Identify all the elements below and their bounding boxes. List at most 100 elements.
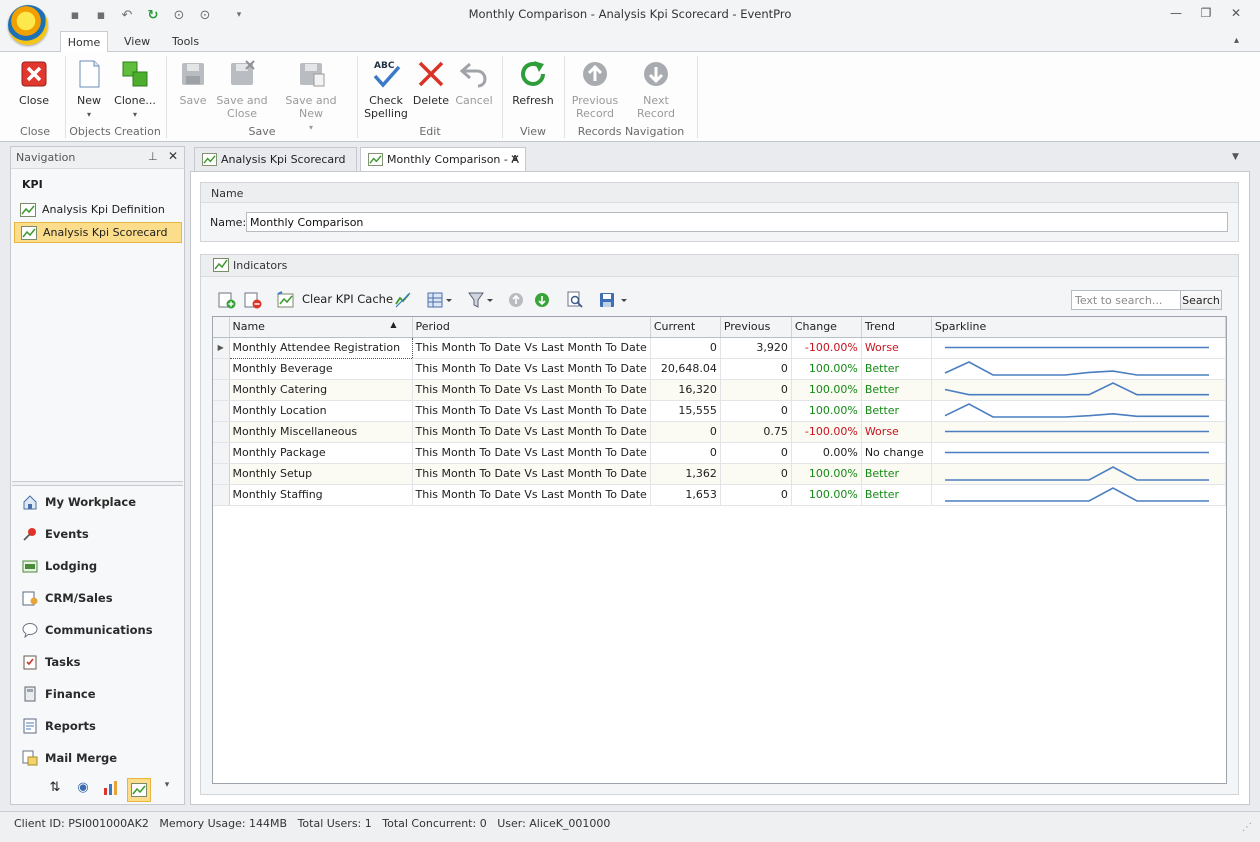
cell-previous[interactable]: 0.75 <box>720 421 792 443</box>
cell-previous[interactable]: 0 <box>720 400 792 422</box>
cell-previous[interactable]: 0 <box>720 442 792 464</box>
recalculate-kpi-icon[interactable] <box>394 291 412 309</box>
cell-period[interactable]: This Month To Date Vs Last Month To Date <box>412 358 651 380</box>
close-window-icon[interactable]: ✕ <box>1225 6 1247 24</box>
sort-arrows-icon[interactable]: ⇅ <box>45 780 65 800</box>
search-button[interactable]: Search <box>1180 290 1222 310</box>
column-header-name[interactable]: Name ▲ <box>229 317 413 338</box>
cell-change[interactable]: 100.00% <box>791 463 862 485</box>
tab-list-dropdown-icon[interactable]: ▼ <box>1232 152 1239 162</box>
table-row[interactable]: Monthly Staffing This Month To Date Vs L… <box>213 484 1226 506</box>
search-input[interactable] <box>1071 290 1181 310</box>
previous-record-icon[interactable]: ⊙ <box>170 6 188 24</box>
pin-icon[interactable]: ⊥ <box>148 150 158 163</box>
cell-trend[interactable]: Worse <box>861 421 932 443</box>
module-communications[interactable]: Communications <box>18 619 153 641</box>
cell-sparkline[interactable] <box>931 463 1226 485</box>
cell-current[interactable]: 0 <box>650 337 721 359</box>
arrow-down-circle-icon[interactable] <box>533 291 551 309</box>
module-crm-sales[interactable]: CRM/Sales <box>18 587 113 609</box>
arrow-up-circle-icon[interactable] <box>507 291 525 309</box>
cell-period[interactable]: This Month To Date Vs Last Month To Date <box>412 484 651 506</box>
close-icon[interactable]: ✕ <box>168 149 178 163</box>
cell-change[interactable]: 100.00% <box>791 358 862 380</box>
clone-button[interactable]: Clone... ▾ <box>112 58 158 121</box>
app-logo-button[interactable] <box>8 5 48 45</box>
cell-sparkline[interactable] <box>931 358 1226 380</box>
globe-icon[interactable]: ◉ <box>73 780 93 800</box>
cell-name[interactable]: Monthly Package <box>229 442 413 464</box>
nav-item-analysis-kpi-definition[interactable]: Analysis Kpi Definition <box>14 200 182 221</box>
cell-period[interactable]: This Month To Date Vs Last Month To Date <box>412 379 651 401</box>
cell-current[interactable]: 16,320 <box>650 379 721 401</box>
kpi-module-icon[interactable] <box>127 778 151 802</box>
cell-name[interactable]: Monthly Catering <box>229 379 413 401</box>
module-lodging[interactable]: Lodging <box>18 555 97 577</box>
table-row[interactable]: ▶ Monthly Attendee Registration This Mon… <box>213 336 1226 359</box>
resize-grip-icon[interactable]: ⋰ <box>1242 822 1252 833</box>
cell-current[interactable]: 20,648.04 <box>650 358 721 380</box>
refresh-button[interactable]: Refresh <box>508 58 558 107</box>
cell-trend[interactable]: Better <box>861 463 932 485</box>
cell-sparkline[interactable] <box>931 379 1226 401</box>
previous-record-button[interactable]: Previous Record <box>570 58 620 120</box>
cell-previous[interactable]: 3,920 <box>720 337 792 359</box>
cell-name[interactable]: Monthly Beverage <box>229 358 413 380</box>
nav-item-analysis-kpi-scorecard[interactable]: Analysis Kpi Scorecard <box>14 222 182 243</box>
cell-period[interactable]: This Month To Date Vs Last Month To Date <box>412 337 651 359</box>
tab-home[interactable]: Home <box>60 31 108 53</box>
table-row[interactable]: Monthly Package This Month To Date Vs La… <box>213 442 1226 464</box>
cell-period[interactable]: This Month To Date Vs Last Month To Date <box>412 442 651 464</box>
cancel-button[interactable]: Cancel <box>454 58 494 107</box>
delete-button[interactable]: Delete <box>412 58 450 107</box>
table-row[interactable]: Monthly Location This Month To Date Vs L… <box>213 400 1226 422</box>
column-header-current[interactable]: Current <box>650 317 721 338</box>
cell-current[interactable]: 0 <box>650 421 721 443</box>
minimize-icon[interactable]: — <box>1165 6 1187 24</box>
cell-sparkline[interactable] <box>931 442 1226 464</box>
restore-icon[interactable]: ❐ <box>1195 6 1217 24</box>
module-mail-merge[interactable]: Mail Merge <box>18 747 117 769</box>
save-button[interactable]: Save <box>174 58 212 107</box>
collapse-ribbon-icon[interactable]: ▴ <box>1234 35 1239 46</box>
close-tab-icon[interactable]: ✕ <box>510 148 520 171</box>
cell-name[interactable]: Monthly Setup <box>229 463 413 485</box>
doc-tab-monthly-comparison[interactable]: Monthly Comparison - A ✕ <box>360 147 526 172</box>
next-record-button[interactable]: Next Record <box>624 58 688 120</box>
table-row[interactable]: Monthly Miscellaneous This Month To Date… <box>213 421 1226 443</box>
doc-tab-analysis-kpi-scorecard[interactable]: Analysis Kpi Scorecard <box>194 147 357 171</box>
cell-sparkline[interactable] <box>931 400 1226 422</box>
close-button[interactable]: Close <box>14 58 54 107</box>
cell-period[interactable]: This Month To Date Vs Last Month To Date <box>412 421 651 443</box>
cell-name[interactable]: Monthly Location <box>229 400 413 422</box>
cell-previous[interactable]: 0 <box>720 358 792 380</box>
add-row-icon[interactable] <box>218 291 236 309</box>
table-row[interactable]: Monthly Setup This Month To Date Vs Last… <box>213 463 1226 485</box>
save-icon[interactable]: ▪ <box>66 6 84 24</box>
cell-period[interactable]: This Month To Date Vs Last Month To Date <box>412 400 651 422</box>
module-tasks[interactable]: Tasks <box>18 651 80 673</box>
cell-previous[interactable]: 0 <box>720 463 792 485</box>
table-row[interactable]: Monthly Catering This Month To Date Vs L… <box>213 379 1226 401</box>
tab-view[interactable]: View <box>112 31 162 53</box>
cell-change[interactable]: 0.00% <box>791 442 862 464</box>
filter-icon[interactable] <box>468 291 494 309</box>
cell-previous[interactable]: 0 <box>720 379 792 401</box>
clear-kpi-cache-button[interactable]: Clear KPI Cache <box>302 292 393 306</box>
save-and-close-button[interactable]: Save and Close <box>216 58 268 120</box>
column-header-sparkline[interactable]: Sparkline <box>931 317 1226 338</box>
undo-icon[interactable]: ↶ <box>118 6 136 24</box>
bar-chart-icon[interactable] <box>100 780 120 800</box>
find-icon[interactable] <box>566 291 584 309</box>
cell-trend[interactable]: Worse <box>861 337 932 359</box>
cell-name[interactable]: Monthly Attendee Registration <box>228 336 413 359</box>
cell-trend[interactable]: Better <box>861 379 932 401</box>
column-header-period[interactable]: Period <box>412 317 651 338</box>
clear-cache-icon[interactable] <box>277 291 295 309</box>
cell-name[interactable]: Monthly Miscellaneous <box>229 421 413 443</box>
cell-current[interactable]: 15,555 <box>650 400 721 422</box>
navigation-splitter[interactable] <box>12 481 183 486</box>
export-icon[interactable] <box>598 291 628 309</box>
new-button[interactable]: New ▾ <box>70 58 108 121</box>
cell-trend[interactable]: Better <box>861 484 932 506</box>
